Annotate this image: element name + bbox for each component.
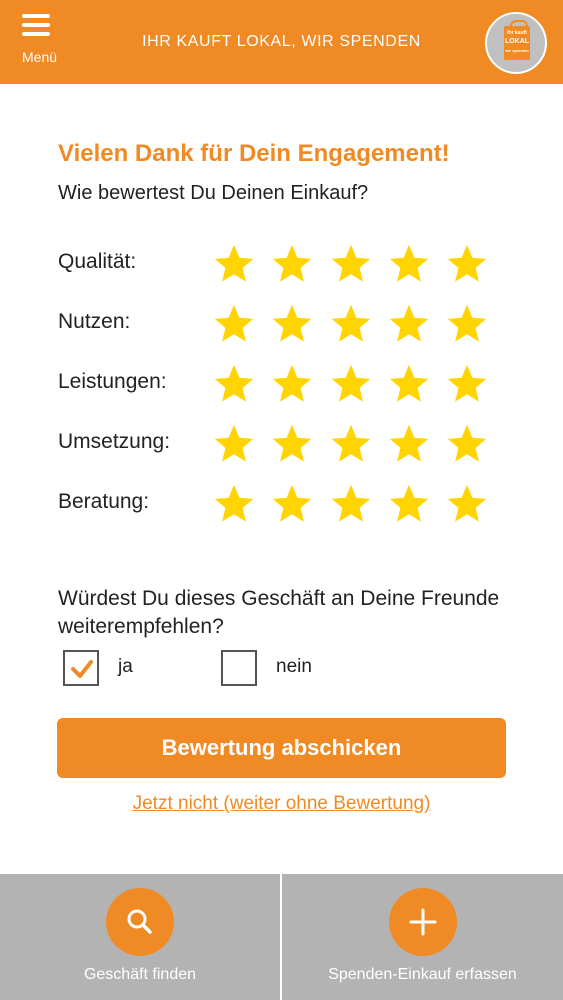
tab-record-purchase[interactable]: Spenden-Einkauf erfassen	[282, 874, 563, 1000]
rating-prompt: Wie bewertest Du Deinen Einkauf?	[58, 182, 369, 204]
star-icon[interactable]	[212, 302, 256, 346]
search-icon	[127, 909, 152, 934]
star-icon[interactable]	[212, 482, 256, 526]
star-icon[interactable]	[445, 302, 489, 346]
app-logo: Ihr kauft LOKAL wir spenden	[485, 12, 547, 74]
checkmark-icon	[71, 660, 93, 678]
star-icon[interactable]	[329, 302, 373, 346]
star-icon[interactable]	[270, 242, 314, 286]
submit-rating-button[interactable]: Bewertung abschicken	[57, 718, 506, 778]
logo-text-bottom: wir spenden	[505, 48, 529, 53]
star-icon[interactable]	[212, 242, 256, 286]
star-icon[interactable]	[445, 362, 489, 406]
app-title: IHR KAUFT LOKAL, WIR SPENDEN	[142, 33, 421, 50]
tab-find-store[interactable]: Geschäft finden	[0, 874, 280, 1000]
star-icon[interactable]	[445, 422, 489, 466]
star-icon[interactable]	[445, 482, 489, 526]
recommend-question: Würdest Du dieses Geschäft an Deine Freu…	[58, 587, 500, 638]
checkbox-nein[interactable]	[221, 650, 257, 686]
rating-row: Nutzen:	[58, 302, 508, 346]
logo-text-top: Ihr kauft	[507, 30, 527, 36]
star-icon[interactable]	[387, 242, 431, 286]
star-icon[interactable]	[270, 422, 314, 466]
star-icon[interactable]	[329, 362, 373, 406]
app-header: Menü IHR KAUFT LOKAL, WIR SPENDEN Ihr ka…	[0, 0, 563, 84]
star-icon[interactable]	[445, 242, 489, 286]
rating-row: Beratung:	[58, 482, 508, 526]
tab-record-purchase-label: Spenden-Einkauf erfassen	[328, 966, 517, 983]
rating-row: Leistungen:	[58, 362, 508, 406]
star-icon[interactable]	[387, 362, 431, 406]
rating-label: Qualität:	[58, 250, 137, 273]
rating-row: Qualität:	[58, 242, 508, 286]
star-icon[interactable]	[270, 362, 314, 406]
rating-label: Nutzen:	[58, 310, 131, 333]
star-icon[interactable]	[212, 362, 256, 406]
rating-label: Umsetzung:	[58, 430, 171, 453]
bottom-nav: Geschäft finden Spenden-Einkauf erfassen	[0, 874, 563, 1000]
shopping-bag-icon: Ihr kauft LOKAL wir spenden	[504, 26, 530, 60]
star-icon[interactable]	[270, 482, 314, 526]
rating-row: Umsetzung:	[58, 422, 508, 466]
star-icon[interactable]	[387, 422, 431, 466]
rating-label: Leistungen:	[58, 370, 167, 393]
checkbox-nein-label: nein	[276, 656, 312, 677]
tab-find-store-button	[106, 888, 174, 956]
star-icon[interactable]	[329, 422, 373, 466]
checkbox-ja-label: ja	[118, 656, 133, 677]
plus-icon	[409, 908, 437, 936]
logo-text-main: LOKAL	[504, 38, 530, 45]
checkbox-ja[interactable]	[63, 650, 99, 686]
star-icon[interactable]	[387, 302, 431, 346]
skip-rating-link[interactable]: Jetzt nicht (weiter ohne Bewertung)	[0, 793, 563, 815]
star-icon[interactable]	[270, 302, 314, 346]
tab-find-store-label: Geschäft finden	[83, 966, 197, 983]
rating-label: Beratung:	[58, 490, 150, 513]
tab-record-purchase-button	[389, 888, 457, 956]
star-icon[interactable]	[387, 482, 431, 526]
star-icon[interactable]	[329, 482, 373, 526]
page-title: Vielen Dank für Dein Engagement!	[58, 140, 450, 167]
star-icon[interactable]	[212, 422, 256, 466]
star-icon[interactable]	[329, 242, 373, 286]
menu-label: Menü	[22, 49, 58, 65]
